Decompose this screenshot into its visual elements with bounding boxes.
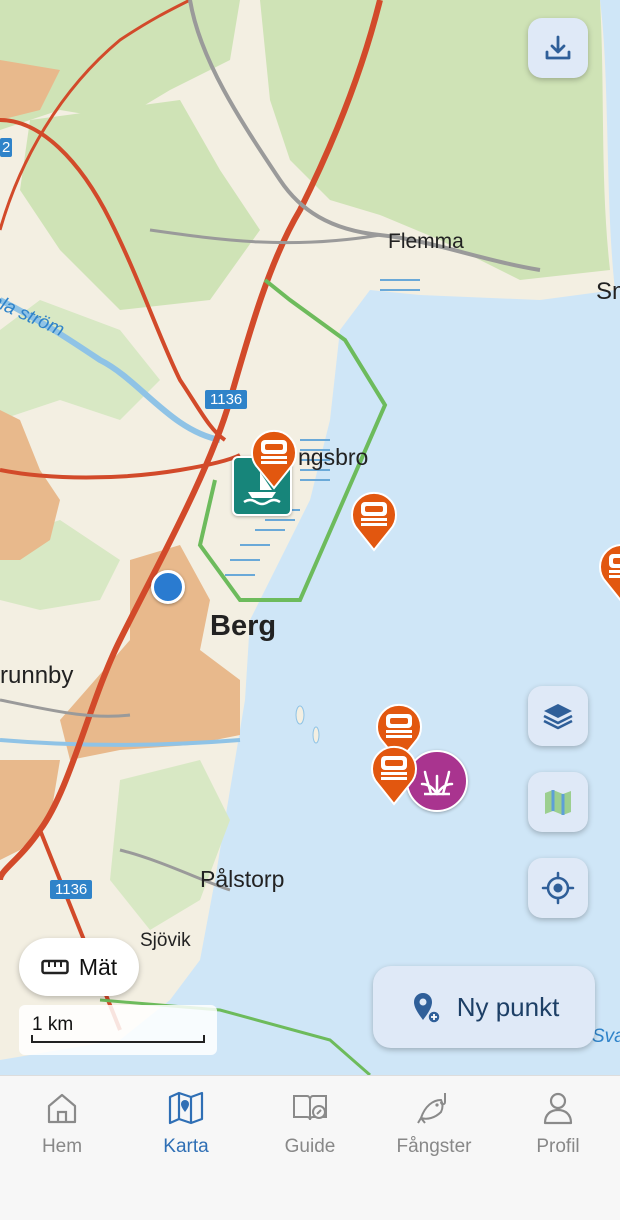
- map-icon: [168, 1091, 204, 1125]
- map-icon: [545, 790, 571, 815]
- tab-label: Hem: [41, 1136, 83, 1157]
- tab-profil[interactable]: Profil: [496, 1076, 620, 1220]
- tab-hem[interactable]: Hem: [0, 1076, 124, 1220]
- fish-spot-pin[interactable]: [246, 424, 302, 490]
- tab-label: Fångster: [396, 1136, 472, 1157]
- tab-karta[interactable]: Karta: [124, 1076, 248, 1220]
- new-point-label: Ny punkt: [456, 991, 560, 1022]
- place-label-sm: Sm: [596, 278, 620, 305]
- tab-label: Profil: [536, 1136, 580, 1157]
- place-label-ingsbro: ngsbro: [298, 444, 369, 470]
- map-view[interactable]: Flemma Sm ala ström ngsbro Berg runnby P…: [0, 0, 620, 1075]
- new-point-button[interactable]: Ny punkt: [373, 966, 595, 1048]
- book-icon: [293, 1095, 327, 1121]
- scale-label: 1 km: [32, 1014, 74, 1035]
- plant-icon: [420, 770, 454, 796]
- place-label-berg: Berg: [210, 610, 277, 642]
- bottom-tab-bar: Hem Karta Guide Fångster Profil: [0, 1075, 620, 1220]
- home-icon: [47, 1093, 77, 1124]
- fish-spot-pin[interactable]: [594, 538, 620, 604]
- scale-line: [31, 1041, 205, 1043]
- tab-label: Guide: [284, 1136, 336, 1157]
- scale-bar: 1 km: [19, 1005, 217, 1055]
- tab-guide[interactable]: Guide: [248, 1076, 372, 1220]
- fish-spot-pin[interactable]: [366, 740, 422, 806]
- add-location-icon: [413, 993, 441, 1024]
- road-number-1136-north: 1136: [205, 390, 248, 409]
- road-number-edge: 2: [0, 138, 13, 157]
- map-base-layer: [0, 0, 620, 1075]
- place-label-palstorp: Pålstorp: [200, 866, 285, 892]
- measure-label: Mät: [78, 953, 118, 980]
- place-label-brunnby: runnby: [0, 662, 74, 689]
- fish-spot-pin[interactable]: [346, 486, 402, 552]
- user-location-dot: [151, 570, 185, 604]
- layers-button[interactable]: [528, 686, 588, 746]
- ruler-icon: [41, 959, 69, 975]
- locate-me-button[interactable]: [528, 858, 588, 918]
- place-label-sva: Sva: [592, 1026, 620, 1047]
- map-type-button[interactable]: [528, 772, 588, 832]
- download-icon: [545, 35, 571, 60]
- road-number-1136-south: 1136: [50, 880, 93, 899]
- fish-icon: [417, 1093, 446, 1124]
- tab-fangster[interactable]: Fångster: [372, 1076, 496, 1220]
- person-icon: [543, 1092, 573, 1125]
- layers-icon: [543, 704, 573, 730]
- download-button[interactable]: [528, 18, 588, 78]
- measure-button[interactable]: Mät: [19, 938, 139, 996]
- place-label-sjovik: Sjövik: [140, 930, 191, 951]
- crosshair-icon: [541, 871, 575, 905]
- place-label-flemma: Flemma: [388, 230, 464, 253]
- tab-label: Karta: [163, 1136, 209, 1157]
